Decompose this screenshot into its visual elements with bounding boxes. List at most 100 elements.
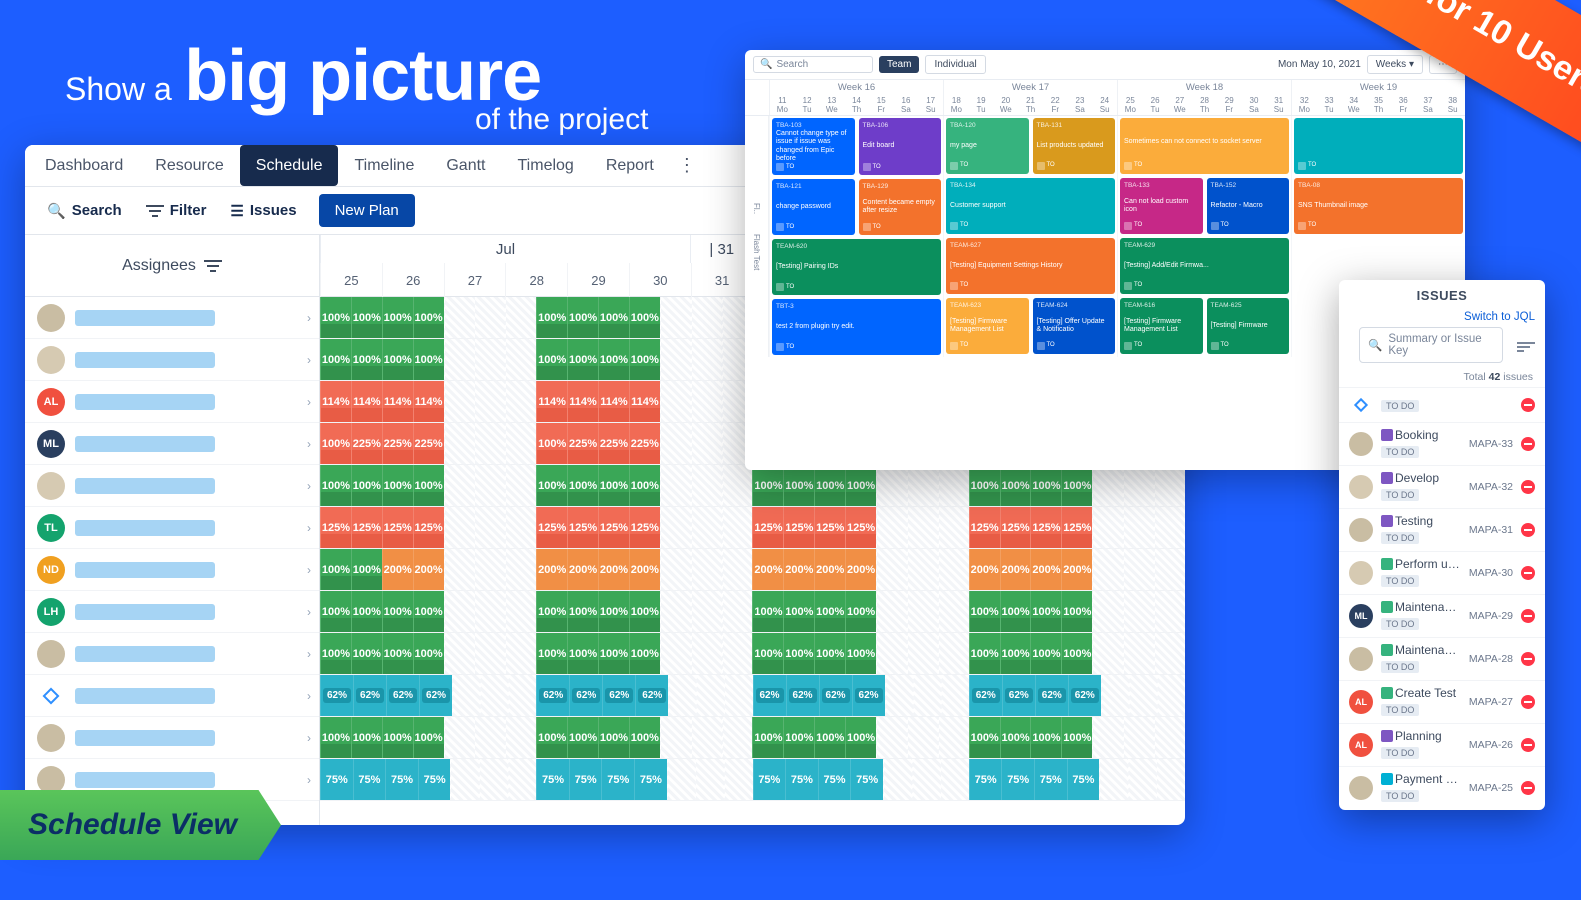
workload-cell[interactable]: 75%	[320, 759, 353, 800]
assignee-row[interactable]: ›	[25, 339, 319, 381]
tab-dashboard[interactable]: Dashboard	[29, 145, 139, 186]
workload-cell[interactable]: 100%	[382, 465, 413, 506]
workload-cell[interactable]: 200%	[536, 549, 567, 590]
workload-cell[interactable]: 100%	[413, 339, 444, 380]
workload-cell[interactable]	[479, 759, 508, 800]
workload-cell[interactable]: 125%	[413, 507, 444, 548]
issue-row[interactable]: MLMaintenance ...TO DOMAPA-29	[1339, 594, 1545, 637]
workload-cell[interactable]	[691, 507, 722, 548]
workload-cell[interactable]: 114%	[629, 381, 660, 422]
workload-cell[interactable]: 200%	[814, 549, 845, 590]
workload-cell[interactable]	[722, 717, 753, 758]
workload-cell[interactable]	[474, 339, 505, 380]
workload-cell[interactable]	[444, 465, 475, 506]
workload-cell[interactable]: 100%	[1030, 465, 1061, 506]
workload-cell[interactable]	[691, 633, 722, 674]
workload-cell[interactable]: 100%	[814, 633, 845, 674]
task-card[interactable]: TEAM-625[Testing] FirmwareTO	[1207, 298, 1290, 354]
workload-cell[interactable]: 100%	[536, 591, 567, 632]
workload-cell[interactable]	[722, 549, 753, 590]
workload-cell[interactable]	[1123, 549, 1154, 590]
issues-sort-icon[interactable]	[1517, 338, 1535, 356]
team-toggle[interactable]: Team	[879, 56, 919, 73]
workload-cell[interactable]	[452, 675, 480, 716]
workload-cell[interactable]: 100%	[536, 423, 567, 464]
workload-cell[interactable]: 100%	[382, 591, 413, 632]
individual-toggle[interactable]: Individual	[925, 55, 985, 74]
workload-cell[interactable]	[444, 549, 475, 590]
workload-cell[interactable]: 100%	[752, 717, 783, 758]
task-card[interactable]: TEAM-616[Testing] Firmware Management Li…	[1120, 298, 1203, 354]
workload-cell[interactable]: 100%	[351, 297, 382, 338]
workload-cell[interactable]: 75%	[1034, 759, 1067, 800]
workload-cell[interactable]	[444, 717, 475, 758]
assignee-row[interactable]: ›	[25, 465, 319, 507]
remove-icon[interactable]	[1521, 566, 1535, 580]
workload-cell[interactable]	[660, 591, 691, 632]
workload-cell[interactable]	[907, 549, 938, 590]
workload-cell[interactable]	[722, 633, 753, 674]
workload-cell[interactable]: 100%	[629, 339, 660, 380]
issue-row[interactable]: Payment PageTO DOMAPA-25	[1339, 766, 1545, 809]
workload-cell[interactable]: 75%	[418, 759, 451, 800]
task-card[interactable]: TEAM-624[Testing] Offer Update & Notific…	[1033, 298, 1116, 354]
task-card[interactable]: TBA-129Content became empty after resize…	[859, 179, 942, 235]
workload-cell[interactable]: 75%	[785, 759, 818, 800]
workload-cell[interactable]: 100%	[567, 717, 598, 758]
task-card[interactable]: TBA-133Can not load custom iconTO	[1120, 178, 1203, 234]
workload-cell[interactable]	[1154, 465, 1185, 506]
workload-cell[interactable]: 75%	[1001, 759, 1034, 800]
workload-cell[interactable]: 225%	[629, 423, 660, 464]
remove-icon[interactable]	[1521, 437, 1535, 451]
remove-icon[interactable]	[1521, 738, 1535, 752]
task-card[interactable]: TBA-121change passwordTO	[772, 179, 855, 235]
workload-cell[interactable]: 125%	[752, 507, 783, 548]
workload-cell[interactable]: 100%	[598, 465, 629, 506]
workload-cell[interactable]: 100%	[413, 717, 444, 758]
workload-cell[interactable]	[667, 759, 696, 800]
workload-cell[interactable]: 100%	[752, 465, 783, 506]
workload-cell[interactable]	[907, 465, 938, 506]
workload-cell[interactable]: 100%	[320, 633, 351, 674]
workload-cell[interactable]: 100%	[567, 297, 598, 338]
workload-cell[interactable]: 100%	[567, 633, 598, 674]
workload-cell[interactable]: 100%	[536, 633, 567, 674]
workload-cell[interactable]	[505, 633, 536, 674]
workload-cell[interactable]: 114%	[598, 381, 629, 422]
workload-cell[interactable]: 100%	[567, 465, 598, 506]
assignee-row[interactable]: TL›	[25, 507, 319, 549]
workload-cell[interactable]: 62%	[819, 675, 852, 716]
workload-cell[interactable]: 100%	[629, 717, 660, 758]
workload-cell[interactable]: 75%	[353, 759, 386, 800]
workload-cell[interactable]: 100%	[1061, 633, 1092, 674]
workload-cell[interactable]	[660, 381, 691, 422]
issue-row[interactable]: ALCreate TestTO DOMAPA-27	[1339, 680, 1545, 723]
workload-cell[interactable]	[660, 507, 691, 548]
workload-cell[interactable]: 125%	[1061, 507, 1092, 548]
workload-cell[interactable]	[474, 507, 505, 548]
workload-cell[interactable]: 100%	[598, 591, 629, 632]
workload-cell[interactable]	[876, 717, 907, 758]
workload-cell[interactable]: 100%	[413, 591, 444, 632]
issue-row[interactable]: Perform user...TO DOMAPA-30	[1339, 551, 1545, 594]
workload-cell[interactable]: 125%	[814, 507, 845, 548]
workload-cell[interactable]: 100%	[845, 591, 876, 632]
workload-cell[interactable]	[938, 507, 969, 548]
workload-cell[interactable]	[722, 507, 753, 548]
workload-cell[interactable]: 100%	[814, 591, 845, 632]
workload-cell[interactable]: 100%	[752, 633, 783, 674]
workload-cell[interactable]: 75%	[818, 759, 851, 800]
workload-cell[interactable]: 100%	[598, 633, 629, 674]
workload-cell[interactable]: 62%	[536, 675, 569, 716]
issue-row[interactable]: ALPlanningTO DOMAPA-26	[1339, 723, 1545, 766]
workload-cell[interactable]	[660, 717, 691, 758]
workload-cell[interactable]	[505, 717, 536, 758]
assignee-row[interactable]: ›	[25, 675, 319, 717]
workload-cell[interactable]	[940, 759, 969, 800]
more-icon[interactable]: ⋮	[670, 155, 704, 176]
workload-cell[interactable]: 200%	[413, 549, 444, 590]
workload-cell[interactable]	[876, 633, 907, 674]
workload-cell[interactable]	[691, 465, 722, 506]
workload-cell[interactable]: 100%	[413, 465, 444, 506]
workload-cell[interactable]	[444, 633, 475, 674]
